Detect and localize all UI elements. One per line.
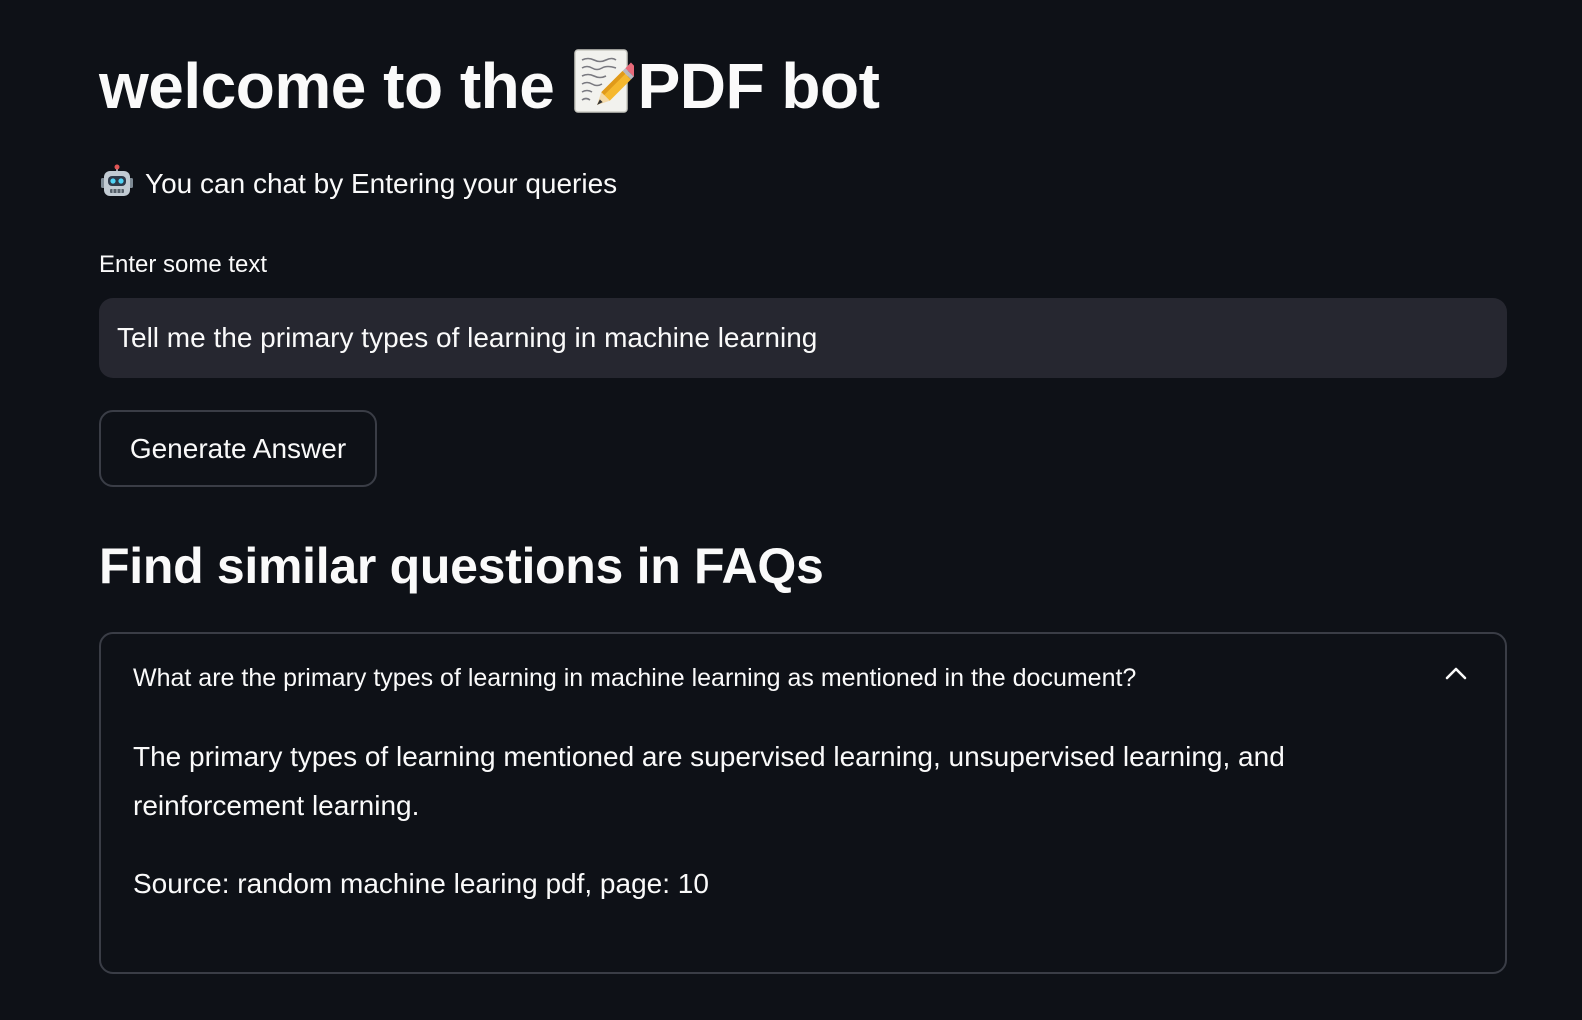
memo-icon	[572, 48, 640, 116]
faq-question: What are the primary types of learning i…	[133, 664, 1137, 692]
faq-answer: The primary types of learning mentioned …	[133, 741, 1285, 821]
faq-expander-header[interactable]: What are the primary types of learning i…	[101, 634, 1505, 726]
subtitle: You can chat by Entering your queries	[99, 164, 617, 204]
chevron-up-icon[interactable]	[1445, 666, 1467, 680]
generate-answer-button[interactable]: Generate Answer	[99, 410, 377, 487]
page-title-suffix: PDF bot	[637, 50, 880, 122]
faq-source: Source: random machine learing pdf, page…	[133, 868, 709, 899]
page-title-prefix: welcome to the	[99, 50, 572, 122]
page-title: welcome to the PDF bot	[99, 44, 880, 128]
query-input[interactable]	[99, 298, 1507, 378]
subtitle-text: You can chat by Entering your queries	[145, 168, 618, 199]
faq-expander: What are the primary types of learning i…	[99, 632, 1507, 974]
faq-section-heading: Find similar questions in FAQs	[99, 538, 824, 594]
query-input-label: Enter some text	[99, 251, 268, 278]
robot-icon	[99, 164, 135, 200]
